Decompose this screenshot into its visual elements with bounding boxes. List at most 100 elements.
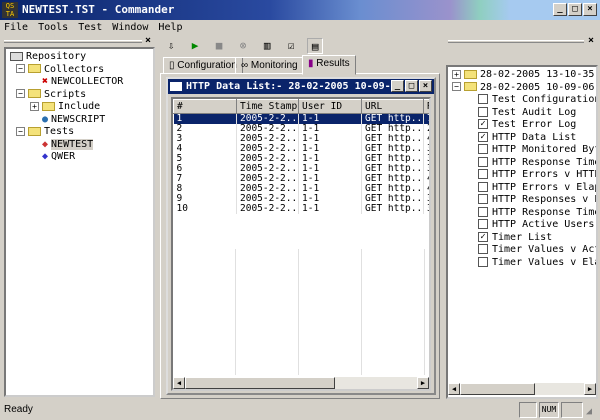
result-item[interactable]: Timer Values v Elapsed: [452, 256, 596, 270]
run-icon[interactable]: ▶: [187, 38, 203, 54]
tab-configuration[interactable]: ▯ Configuration: [163, 57, 243, 74]
column-header-userid[interactable]: User ID: [298, 99, 362, 114]
tree-newscript[interactable]: ● NEWSCRIPT: [10, 114, 153, 127]
checkbox[interactable]: [478, 244, 488, 254]
table-row[interactable]: 72005-2-2...1-1GET http...4: [173, 174, 429, 184]
checkbox[interactable]: [478, 256, 488, 267]
tree-scripts[interactable]: − Scripts: [10, 89, 153, 102]
maximize-button[interactable]: □: [568, 3, 582, 16]
table-row[interactable]: 52005-2-2...1-1GET http...3: [173, 154, 429, 164]
results-tree[interactable]: +28-02-2005 13-10-35.001 −28-02-2005 10-…: [446, 65, 598, 399]
result-item[interactable]: HTTP Responses v Elaps: [452, 194, 596, 207]
menu-tools[interactable]: Tools: [38, 20, 68, 36]
table-row[interactable]: 62005-2-2...1-1GET http...3: [173, 164, 429, 174]
collapse-icon[interactable]: −: [452, 82, 461, 91]
checkbox[interactable]: [478, 94, 488, 104]
close-pane-icon[interactable]: ×: [588, 36, 594, 46]
result-item[interactable]: Timer Values v Active: [452, 244, 596, 257]
data-list-table[interactable]: # Time Stamp User ID URL R 12005-2-2...1…: [171, 97, 431, 391]
table-row[interactable]: 22005-2-2...1-1GET http...2: [173, 124, 429, 134]
table-cell: 1-1: [298, 174, 362, 184]
result-item[interactable]: Test Configuration: [452, 94, 596, 107]
pane-grip[interactable]: [4, 40, 142, 43]
collapse-icon[interactable]: −: [16, 89, 25, 98]
result-item[interactable]: HTTP Errors v Elapsed: [452, 181, 596, 195]
result-item[interactable]: HTTP Monitored Bytes /: [452, 144, 596, 157]
tree-tests[interactable]: − Tests: [10, 126, 153, 139]
result-item[interactable]: Test Audit Log: [452, 106, 596, 120]
checkbox[interactable]: [478, 206, 488, 217]
result-item[interactable]: HTTP Errors v HTTP Rec: [452, 169, 596, 182]
folder-icon: [42, 101, 55, 111]
checkbox[interactable]: [478, 219, 488, 229]
tree-collectors[interactable]: − Collectors: [10, 64, 153, 77]
checkbox[interactable]: [478, 194, 488, 204]
column-header-url[interactable]: URL: [361, 99, 424, 114]
menu-help[interactable]: Help: [158, 20, 182, 36]
column-header-number[interactable]: #: [173, 99, 237, 114]
check-icon[interactable]: ☑: [283, 38, 299, 54]
scroll-thumb[interactable]: [460, 383, 535, 395]
checkbox[interactable]: [478, 106, 488, 117]
expand-icon[interactable]: +: [452, 69, 461, 79]
deploy-icon[interactable]: ⇩: [163, 38, 179, 54]
child-minimize-button[interactable]: _: [391, 80, 404, 92]
horizontal-scrollbar[interactable]: ◀ ▶: [173, 377, 429, 389]
tree-include[interactable]: + Include: [10, 101, 153, 114]
table-row[interactable]: 82005-2-2...1-1GET http...4: [173, 184, 429, 194]
pane-grip[interactable]: [448, 40, 584, 43]
menu-test[interactable]: Test: [78, 20, 102, 36]
collapse-icon[interactable]: −: [16, 126, 25, 136]
abort-icon[interactable]: ⊗: [235, 38, 251, 54]
result-item[interactable]: HTTP Active Users v El: [452, 219, 596, 232]
result-item[interactable]: ✓ HTTP Data List: [452, 131, 596, 145]
report-icon[interactable]: ▤: [307, 38, 324, 54]
collapse-icon[interactable]: −: [16, 64, 25, 73]
result-item[interactable]: ✓ Test Error Log: [452, 119, 596, 132]
scroll-right-button[interactable]: ▶: [584, 383, 596, 395]
close-pane-icon[interactable]: ×: [145, 36, 151, 46]
table-row[interactable]: 42005-2-2...1-1GET http...3: [173, 144, 429, 154]
scroll-left-button[interactable]: ◀: [173, 377, 185, 389]
tree-qwer[interactable]: ◆ QWER: [10, 151, 153, 164]
horizontal-scrollbar[interactable]: ◀ ▶: [448, 383, 596, 395]
stop-icon[interactable]: ■: [211, 38, 227, 54]
column-header-response[interactable]: R: [423, 99, 429, 114]
menu-file[interactable]: File: [4, 20, 28, 36]
column-header-timestamp[interactable]: Time Stamp: [236, 99, 299, 114]
tree-run[interactable]: −28-02-2005 10-09-06.001: [452, 82, 596, 95]
checkbox[interactable]: [478, 169, 488, 179]
minimize-button[interactable]: _: [553, 3, 567, 16]
tree-newtest[interactable]: ◆ NEWTEST: [10, 138, 153, 152]
tab-monitoring[interactable]: ∞ Monitoring: [235, 57, 304, 74]
toolbar: ⇩ ▶ ■ ⊗ ▥ ☑ ▤: [162, 36, 324, 56]
checkbox[interactable]: [478, 181, 488, 192]
scroll-left-button[interactable]: ◀: [448, 383, 460, 395]
table-row[interactable]: 32005-2-2...1-1GET http...4: [173, 134, 429, 144]
expand-icon[interactable]: +: [30, 101, 39, 111]
menu-window[interactable]: Window: [112, 20, 148, 36]
table-row[interactable]: 12005-2-2...1-1GET http...7: [173, 113, 429, 124]
checkbox[interactable]: ✓: [478, 231, 488, 242]
scroll-thumb[interactable]: [185, 377, 335, 389]
result-item[interactable]: HTTP Response Time v M: [452, 156, 596, 170]
table-row[interactable]: 92005-2-2...1-1GET http...3: [173, 194, 429, 204]
child-close-button[interactable]: ×: [419, 80, 432, 92]
tab-results[interactable]: ▮ Results: [302, 55, 356, 75]
checkbox[interactable]: ✓: [478, 131, 488, 142]
scroll-right-button[interactable]: ▶: [417, 377, 429, 389]
repository-tree[interactable]: Repository − Collectors ✖ NEWCOLLECTOR − Sc…: [4, 47, 155, 397]
child-maximize-button[interactable]: □: [405, 80, 418, 92]
resize-grip-icon[interactable]: ◢: [586, 406, 592, 418]
close-button[interactable]: ×: [583, 3, 597, 16]
delete-icon[interactable]: ▥: [259, 38, 275, 54]
table-row[interactable]: 102005-2-2...1-1GET http...3: [173, 204, 429, 214]
tree-run[interactable]: +28-02-2005 13-10-35.001: [452, 69, 596, 82]
result-item[interactable]: ✓ Timer List: [452, 231, 596, 245]
result-item[interactable]: HTTP Response Time v E: [452, 206, 596, 220]
checkbox[interactable]: [478, 156, 488, 167]
checkbox[interactable]: ✓: [478, 119, 488, 129]
checkbox[interactable]: [478, 144, 488, 154]
tree-repository[interactable]: Repository: [10, 51, 153, 64]
tree-newcollector[interactable]: ✖ NEWCOLLECTOR: [10, 76, 153, 89]
